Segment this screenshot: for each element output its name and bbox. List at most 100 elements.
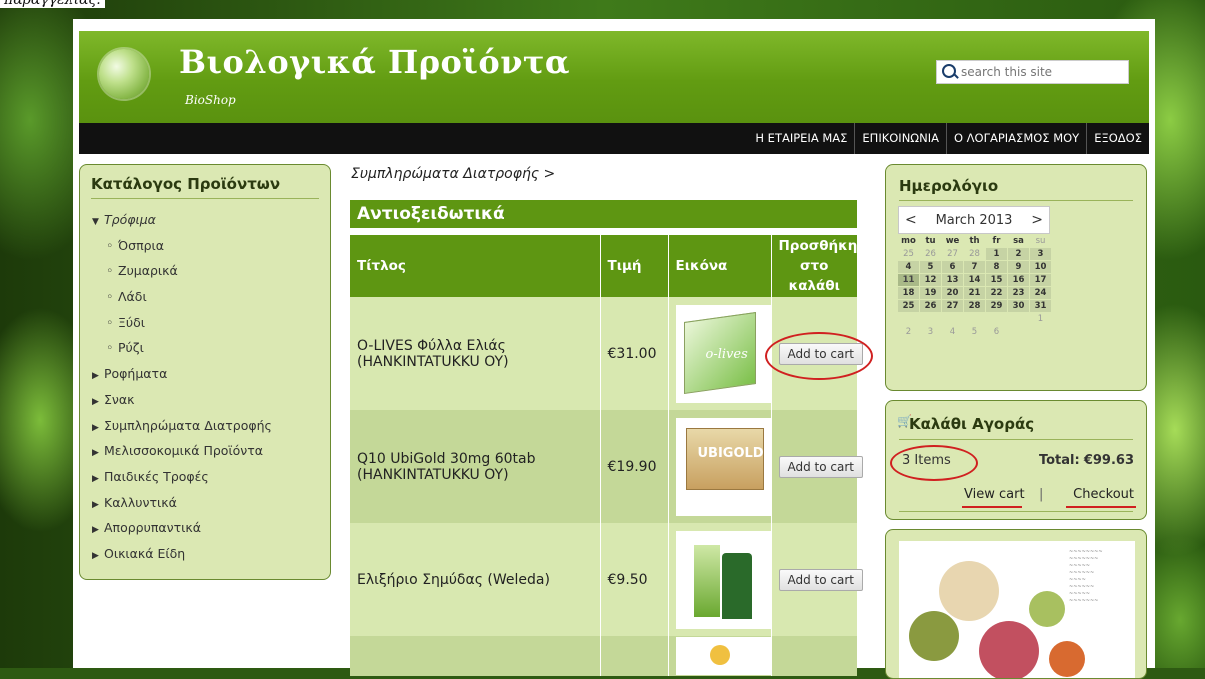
table-row xyxy=(350,636,857,676)
catalog-subitem[interactable]: ◦ Ξύδι xyxy=(92,313,272,339)
next-month-button[interactable]: > xyxy=(1031,212,1043,228)
catalog-item[interactable]: ▶ Σνακ xyxy=(92,390,272,416)
calendar-day[interactable]: 5 xyxy=(964,326,985,338)
calendar-day[interactable]: 18 xyxy=(898,287,919,299)
catalog-subitem[interactable]: ◦ Λάδι xyxy=(92,287,272,313)
calendar-day[interactable]: 4 xyxy=(942,326,963,338)
catalog-item[interactable]: ▶ Συμπληρώματα Διατροφής xyxy=(92,416,272,442)
calendar-day[interactable]: 2 xyxy=(898,326,919,338)
product-image-cell: o-lives xyxy=(668,297,772,410)
catalog-item[interactable]: ▶ Οικιακά Είδη xyxy=(92,544,272,570)
day-name: fr xyxy=(992,236,1001,246)
calendar-day[interactable]: 23 xyxy=(1008,287,1029,299)
calendar-day[interactable]: 21 xyxy=(964,287,985,299)
calendar-day[interactable]: 1 xyxy=(986,248,1007,260)
catalog-item[interactable]: ▶ Ροφήματα xyxy=(92,364,272,390)
calendar-day[interactable]: 26 xyxy=(920,248,941,260)
triangle-right-icon[interactable]: ▶ xyxy=(92,495,104,515)
calendar-day xyxy=(1008,326,1029,338)
calendar-day[interactable]: 5 xyxy=(920,261,941,273)
product-image[interactable] xyxy=(675,637,772,675)
calendar-day[interactable]: 22 xyxy=(986,287,1007,299)
calendar-day[interactable]: 15 xyxy=(986,274,1007,286)
product-price: €31.00 xyxy=(600,297,669,410)
calendar-day[interactable]: 28 xyxy=(964,300,985,312)
nav-logout[interactable]: ΕΞΟΔΟΣ xyxy=(1086,123,1149,154)
calendar-day[interactable]: 25 xyxy=(898,248,919,260)
nav-contact[interactable]: ΕΠΙΚΟΙΝΩΝΙΑ xyxy=(854,123,946,154)
product-image[interactable]: o-lives xyxy=(675,304,772,403)
catalog-subitem[interactable]: ◦ Όσπρια xyxy=(92,236,272,262)
calendar-day[interactable]: 25 xyxy=(898,300,919,312)
triangle-right-icon[interactable]: ▶ xyxy=(92,366,104,386)
search-input[interactable] xyxy=(961,64,1121,80)
calendar-day[interactable]: 27 xyxy=(942,300,963,312)
product-title[interactable]: Ελιξήριο Σημύδας (Weleda) xyxy=(350,523,601,636)
triangle-right-icon[interactable]: ▶ xyxy=(92,418,104,438)
nav-my-account[interactable]: Ο ΛΟΓΑΡΙΑΣΜΟΣ ΜΟΥ xyxy=(945,123,1086,154)
calendar-day[interactable]: 31 xyxy=(1030,300,1051,312)
catalog-title: Κατάλογος Προϊόντων xyxy=(91,175,281,193)
table-row: Ελιξήριο Σημύδας (Weleda) €9.50 Add to c… xyxy=(350,523,863,636)
catalog-item-food[interactable]: ▼ Τρόφιμα xyxy=(92,210,272,236)
calendar-day[interactable]: 3 xyxy=(1030,248,1051,260)
search-icon[interactable] xyxy=(942,64,956,78)
prev-month-button[interactable]: < xyxy=(905,212,917,228)
add-to-cart-button[interactable]: Add to cart xyxy=(778,568,863,591)
day-name: su 24 xyxy=(1035,236,1046,258)
calendar-day[interactable]: 17 xyxy=(1030,274,1051,286)
view-cart-link[interactable]: View cart xyxy=(964,487,1025,502)
triangle-down-icon[interactable]: ▼ xyxy=(92,212,104,232)
calendar-day[interactable]: 16 xyxy=(1008,274,1029,286)
triangle-right-icon[interactable]: ▶ xyxy=(92,520,104,540)
calendar-day[interactable]: 12 xyxy=(920,274,941,286)
calendar-panel: Ημερολόγιο < March 2013 > mo tu we th fr… xyxy=(885,164,1147,391)
calendar-day[interactable]: 9 xyxy=(1008,261,1029,273)
day-name: we xyxy=(945,236,960,246)
catalog-item[interactable]: ▶ Απορρυπαντικά xyxy=(92,518,272,544)
calendar-day[interactable]: 27 xyxy=(942,248,963,260)
calendar-day[interactable]: 26 xyxy=(920,300,941,312)
calendar: < March 2013 > mo tu we th fr sa su 24 2… xyxy=(898,206,1051,338)
calendar-day[interactable]: 19 xyxy=(920,287,941,299)
catalog-item[interactable]: ▶ Παιδικές Τροφές xyxy=(92,467,272,493)
add-to-cart-button[interactable]: Add to cart xyxy=(778,342,863,365)
calendar-day[interactable]: 2 xyxy=(1008,248,1029,260)
nav-company[interactable]: Η ΕΤΑΙΡΕΙΑ ΜΑΣ xyxy=(748,123,854,154)
triangle-right-icon[interactable]: ▶ xyxy=(92,546,104,566)
catalog-subitem[interactable]: ◦ Ζυμαρικά xyxy=(92,261,272,287)
checkout-link[interactable]: Checkout xyxy=(1073,487,1134,502)
calendar-day[interactable]: 13 xyxy=(942,274,963,286)
product-title[interactable]: O-LIVES Φύλλα Ελιάς (HANKINTATUKKU OY) xyxy=(350,297,601,410)
calendar-day[interactable]: 4 xyxy=(898,261,919,273)
calendar-day[interactable]: 20 xyxy=(942,287,963,299)
product-image[interactable] xyxy=(675,530,772,629)
triangle-right-icon[interactable]: ▶ xyxy=(92,443,104,463)
calendar-day[interactable]: 8 xyxy=(986,261,1007,273)
calendar-day[interactable]: 3 xyxy=(920,326,941,338)
promo-image[interactable]: ~~~~~~~~ ~~~~~~~ ~~~~~ ~~~~~~ ~~~~ ~~~~~~ ~~~~… xyxy=(899,541,1135,678)
triangle-right-icon[interactable]: ▶ xyxy=(92,392,104,412)
catalog-item[interactable]: ▶ Καλλυντικά xyxy=(92,493,272,519)
calendar-day[interactable]: 1 xyxy=(1030,313,1051,325)
catalog-item[interactable]: ▶ Μελισσοκομικά Προϊόντα xyxy=(92,441,272,467)
link-separator: | xyxy=(1039,487,1044,502)
breadcrumb[interactable]: Συμπληρώματα Διατροφής > xyxy=(351,166,555,182)
product-image[interactable]: UBIGOLD xyxy=(675,417,772,516)
add-to-cart-button[interactable]: Add to cart xyxy=(778,455,863,478)
catalog-subitem[interactable]: ◦ Ρύζι xyxy=(92,338,272,364)
calendar-day[interactable]: 24 xyxy=(1030,287,1051,299)
calendar-day[interactable]: 7 xyxy=(964,261,985,273)
site-title[interactable]: Βιολογικά Προϊόντα xyxy=(179,43,570,81)
calendar-day[interactable]: 6 xyxy=(986,326,1007,338)
calendar-day-today[interactable]: 11 xyxy=(898,274,919,286)
calendar-day[interactable]: 6 xyxy=(942,261,963,273)
calendar-day[interactable]: 30 xyxy=(1008,300,1029,312)
product-title[interactable]: Q10 UbiGold 30mg 60tab (HANKINTATUKKU OY… xyxy=(350,410,601,523)
calendar-day[interactable]: 10 xyxy=(1030,261,1051,273)
calendar-day[interactable]: 28 xyxy=(964,248,985,260)
triangle-right-icon[interactable]: ▶ xyxy=(92,469,104,489)
calendar-day[interactable]: 29 xyxy=(986,300,1007,312)
search-box[interactable] xyxy=(936,60,1129,84)
calendar-day[interactable]: 14 xyxy=(964,274,985,286)
